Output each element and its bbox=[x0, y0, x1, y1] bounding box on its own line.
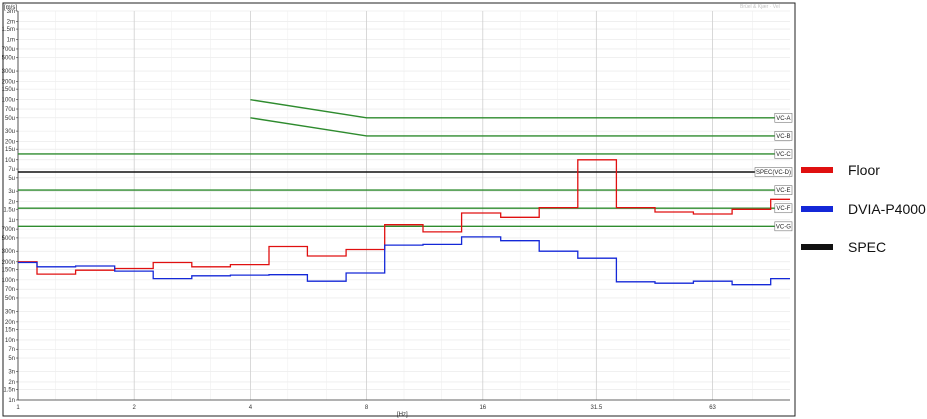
legend-label-spec: SPEC bbox=[848, 239, 886, 255]
y-tick-label: 150u bbox=[2, 87, 15, 93]
x-tick-label: 31.5 bbox=[591, 405, 603, 411]
y-tick-label: 1.5m bbox=[2, 27, 15, 33]
y-tick-label: 500n bbox=[2, 236, 15, 242]
y-tick-label: 3n bbox=[8, 369, 15, 375]
criterion-label: VC-E bbox=[776, 188, 790, 194]
y-tick-label: 1u bbox=[8, 218, 15, 224]
y-tick-label: 3u bbox=[8, 189, 15, 195]
y-tick-label: 7n bbox=[8, 347, 15, 353]
y-tick-label: 5u bbox=[8, 176, 15, 182]
y-tick-label: 70n bbox=[5, 287, 15, 293]
y-tick-label: 10n bbox=[5, 338, 15, 344]
criterion-label: VC-C bbox=[776, 152, 791, 158]
y-tick-label: 50n bbox=[5, 296, 15, 302]
y-tick-label: 150n bbox=[2, 267, 15, 273]
legend: Floor DVIA-P4000 SPEC bbox=[801, 162, 926, 255]
y-tick-label: 1.5n bbox=[3, 387, 15, 393]
y-tick-label: 100u bbox=[2, 98, 15, 104]
criterion-label: SPEC(VC-D) bbox=[756, 170, 791, 176]
y-tick-label: 100n bbox=[2, 278, 15, 284]
y-tick-label: 1.5u bbox=[3, 207, 15, 213]
y-tick-label: 700u bbox=[2, 47, 15, 53]
vibration-criteria-chart: 3m2m1.5m1m700u500u300u200u150u100u70u50u… bbox=[2, 2, 926, 418]
y-tick-label: 70u bbox=[5, 107, 15, 113]
y-tick-label: 15u bbox=[5, 147, 15, 153]
x-unit-label: [Hz] bbox=[397, 412, 408, 418]
x-tick-label: 16 bbox=[479, 405, 486, 411]
y-tick-label: 1n bbox=[8, 398, 15, 404]
x-tick-label: 63 bbox=[709, 405, 716, 411]
y-tick-label: 5n bbox=[8, 356, 15, 362]
y-tick-label: 200n bbox=[2, 260, 15, 266]
y-tick-label: 30n bbox=[5, 309, 15, 315]
y-tick-label: 20u bbox=[5, 140, 15, 146]
y-tick-label: 20n bbox=[5, 320, 15, 326]
legend-swatch-dvia-p4000 bbox=[801, 206, 833, 212]
watermark: Brüel & Kjær · Vel bbox=[740, 4, 780, 10]
y-tick-label: 15n bbox=[5, 327, 15, 333]
criterion-label: VC-B bbox=[776, 134, 790, 140]
y-tick-label: 700n bbox=[2, 227, 15, 233]
y-tick-label: 30u bbox=[5, 129, 15, 135]
y-tick-label: 300n bbox=[2, 249, 15, 255]
criterion-label: VC-G bbox=[776, 224, 791, 230]
criterion-label: VC-F bbox=[776, 206, 790, 212]
y-tick-label: 500u bbox=[2, 56, 15, 62]
y-tick-label: 1m bbox=[7, 38, 15, 44]
legend-swatch-spec bbox=[801, 244, 833, 250]
legend-label-dvia-p4000: DVIA-P4000 bbox=[848, 201, 926, 217]
y-tick-label: 7u bbox=[8, 167, 15, 173]
y-tick-label: 10u bbox=[5, 158, 15, 164]
y-tick-label: 200u bbox=[2, 80, 15, 86]
legend-swatch-floor bbox=[801, 167, 833, 173]
legend-label-floor: Floor bbox=[848, 162, 880, 178]
y-tick-label: 2m bbox=[7, 20, 15, 26]
y-tick-label: 2n bbox=[8, 380, 15, 386]
criterion-label: VC-A bbox=[776, 116, 790, 122]
y-tick-label: 300u bbox=[2, 69, 15, 75]
y-unit-label: [m/s] bbox=[4, 5, 17, 11]
y-tick-label: 50u bbox=[5, 116, 15, 122]
y-tick-label: 2u bbox=[8, 200, 15, 206]
